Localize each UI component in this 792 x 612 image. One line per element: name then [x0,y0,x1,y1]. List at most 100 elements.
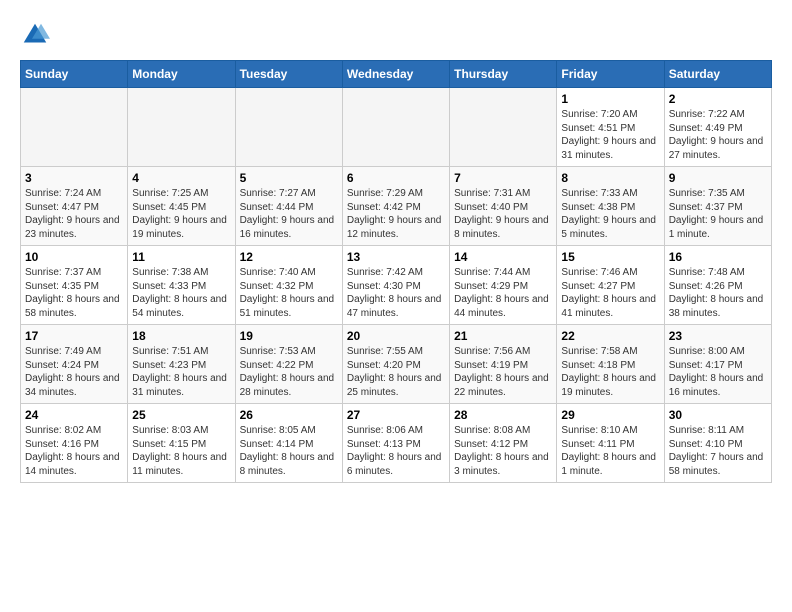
day-number: 8 [561,171,659,185]
day-info: Sunrise: 7:27 AM Sunset: 4:44 PM Dayligh… [240,187,338,241]
day-number: 21 [454,329,552,343]
day-number: 11 [132,250,230,264]
calendar-cell: 22 Sunrise: 7:58 AM Sunset: 4:18 PM Dayli… [557,325,664,404]
day-info: Sunrise: 7:38 AM Sunset: 4:33 PM Dayligh… [132,266,230,320]
calendar-header: SundayMondayTuesdayWednesdayThursdayFrid… [21,61,772,88]
calendar-cell: 24 Sunrise: 8:02 AM Sunset: 4:16 PM Dayli… [21,404,128,483]
calendar-cell: 27 Sunrise: 8:06 AM Sunset: 4:13 PM Dayli… [342,404,449,483]
calendar-cell: 14 Sunrise: 7:44 AM Sunset: 4:29 PM Dayli… [450,246,557,325]
day-number: 7 [454,171,552,185]
day-number: 10 [25,250,123,264]
day-info: Sunrise: 7:51 AM Sunset: 4:23 PM Dayligh… [132,345,230,399]
day-number: 20 [347,329,445,343]
day-info: Sunrise: 7:58 AM Sunset: 4:18 PM Dayligh… [561,345,659,399]
calendar-cell: 20Sunrise: 7:55 AM Sunset: 4:20 PM Dayli… [342,325,449,404]
day-info: Sunrise: 8:02 AM Sunset: 4:16 PM Dayligh… [25,424,123,478]
day-number: 4 [132,171,230,185]
calendar-cell: 19 Sunrise: 7:53 AM Sunset: 4:22 PM Dayli… [235,325,342,404]
day-of-week-header: Sunday [21,61,128,88]
day-number: 3 [25,171,123,185]
day-info: Sunrise: 7:42 AM Sunset: 4:30 PM Dayligh… [347,266,445,320]
day-info: Sunrise: 7:40 AM Sunset: 4:32 PM Dayligh… [240,266,338,320]
day-info: Sunrise: 7:44 AM Sunset: 4:29 PM Dayligh… [454,266,552,320]
day-number: 14 [454,250,552,264]
day-of-week-header: Saturday [664,61,771,88]
day-info: Sunrise: 8:06 AM Sunset: 4:13 PM Dayligh… [347,424,445,478]
day-of-week-header: Friday [557,61,664,88]
day-of-week-header: Monday [128,61,235,88]
day-number: 29 [561,408,659,422]
calendar-cell [235,88,342,167]
calendar-cell [450,88,557,167]
calendar-cell: 18 Sunrise: 7:51 AM Sunset: 4:23 PM Dayli… [128,325,235,404]
day-info: Sunrise: 7:33 AM Sunset: 4:38 PM Dayligh… [561,187,659,241]
calendar-cell: 3 Sunrise: 7:24 AM Sunset: 4:47 PM Daylig… [21,167,128,246]
calendar-cell: 21 Sunrise: 7:56 AM Sunset: 4:19 PM Dayli… [450,325,557,404]
calendar-table: SundayMondayTuesdayWednesdayThursdayFrid… [20,60,772,483]
day-info: Sunrise: 7:29 AM Sunset: 4:42 PM Dayligh… [347,187,445,241]
day-info: Sunrise: 7:56 AM Sunset: 4:19 PM Dayligh… [454,345,552,399]
day-number: 22 [561,329,659,343]
day-info: Sunrise: 8:03 AM Sunset: 4:15 PM Dayligh… [132,424,230,478]
calendar-cell [342,88,449,167]
day-number: 9 [669,171,767,185]
calendar-body: 1 Sunrise: 7:20 AM Sunset: 4:51 PM Daylig… [21,88,772,483]
logo [20,20,55,50]
calendar-cell: 29Sunrise: 8:10 AM Sunset: 4:11 PM Dayli… [557,404,664,483]
day-of-week-header: Thursday [450,61,557,88]
day-info: Sunrise: 7:31 AM Sunset: 4:40 PM Dayligh… [454,187,552,241]
calendar-cell: 7 Sunrise: 7:31 AM Sunset: 4:40 PM Daylig… [450,167,557,246]
day-info: Sunrise: 7:35 AM Sunset: 4:37 PM Dayligh… [669,187,767,241]
day-number: 24 [25,408,123,422]
day-number: 23 [669,329,767,343]
calendar-cell: 10 Sunrise: 7:37 AM Sunset: 4:35 PM Dayli… [21,246,128,325]
day-info: Sunrise: 7:49 AM Sunset: 4:24 PM Dayligh… [25,345,123,399]
day-info: Sunrise: 7:25 AM Sunset: 4:45 PM Dayligh… [132,187,230,241]
calendar-cell [21,88,128,167]
day-info: Sunrise: 7:53 AM Sunset: 4:22 PM Dayligh… [240,345,338,399]
calendar-cell: 4 Sunrise: 7:25 AM Sunset: 4:45 PM Daylig… [128,167,235,246]
calendar-cell: 23Sunrise: 8:00 AM Sunset: 4:17 PM Dayli… [664,325,771,404]
calendar-cell: 15 Sunrise: 7:46 AM Sunset: 4:27 PM Dayli… [557,246,664,325]
calendar-week-row: 1 Sunrise: 7:20 AM Sunset: 4:51 PM Daylig… [21,88,772,167]
calendar-cell [128,88,235,167]
calendar-cell: 12 Sunrise: 7:40 AM Sunset: 4:32 PM Dayli… [235,246,342,325]
calendar-cell: 13 Sunrise: 7:42 AM Sunset: 4:30 PM Dayli… [342,246,449,325]
calendar-cell: 16Sunrise: 7:48 AM Sunset: 4:26 PM Dayli… [664,246,771,325]
calendar-cell: 26 Sunrise: 8:05 AM Sunset: 4:14 PM Dayli… [235,404,342,483]
day-number: 1 [561,92,659,106]
day-info: Sunrise: 7:46 AM Sunset: 4:27 PM Dayligh… [561,266,659,320]
day-number: 6 [347,171,445,185]
calendar-cell: 2 Sunrise: 7:22 AM Sunset: 4:49 PM Daylig… [664,88,771,167]
calendar-cell: 25Sunrise: 8:03 AM Sunset: 4:15 PM Dayli… [128,404,235,483]
calendar-cell: 5 Sunrise: 7:27 AM Sunset: 4:44 PM Daylig… [235,167,342,246]
day-number: 18 [132,329,230,343]
day-number: 15 [561,250,659,264]
day-info: Sunrise: 7:24 AM Sunset: 4:47 PM Dayligh… [25,187,123,241]
calendar-cell: 1 Sunrise: 7:20 AM Sunset: 4:51 PM Daylig… [557,88,664,167]
calendar-cell: 28Sunrise: 8:08 AM Sunset: 4:12 PM Dayli… [450,404,557,483]
day-number: 26 [240,408,338,422]
day-info: Sunrise: 7:20 AM Sunset: 4:51 PM Dayligh… [561,108,659,162]
day-number: 2 [669,92,767,106]
day-info: Sunrise: 7:37 AM Sunset: 4:35 PM Dayligh… [25,266,123,320]
day-number: 13 [347,250,445,264]
day-number: 12 [240,250,338,264]
logo-icon [20,20,50,50]
day-number: 30 [669,408,767,422]
calendar-week-row: 24 Sunrise: 8:02 AM Sunset: 4:16 PM Dayli… [21,404,772,483]
day-of-week-header: Tuesday [235,61,342,88]
day-number: 16 [669,250,767,264]
day-number: 5 [240,171,338,185]
page-header [20,20,772,50]
day-info: Sunrise: 7:22 AM Sunset: 4:49 PM Dayligh… [669,108,767,162]
day-number: 17 [25,329,123,343]
day-number: 19 [240,329,338,343]
calendar-cell: 6 Sunrise: 7:29 AM Sunset: 4:42 PM Daylig… [342,167,449,246]
calendar-cell: 17 Sunrise: 7:49 AM Sunset: 4:24 PM Dayli… [21,325,128,404]
calendar-cell: 8 Sunrise: 7:33 AM Sunset: 4:38 PM Daylig… [557,167,664,246]
day-info: Sunrise: 8:05 AM Sunset: 4:14 PM Dayligh… [240,424,338,478]
calendar-cell: 11 Sunrise: 7:38 AM Sunset: 4:33 PM Dayli… [128,246,235,325]
day-info: Sunrise: 8:08 AM Sunset: 4:12 PM Dayligh… [454,424,552,478]
day-number: 27 [347,408,445,422]
